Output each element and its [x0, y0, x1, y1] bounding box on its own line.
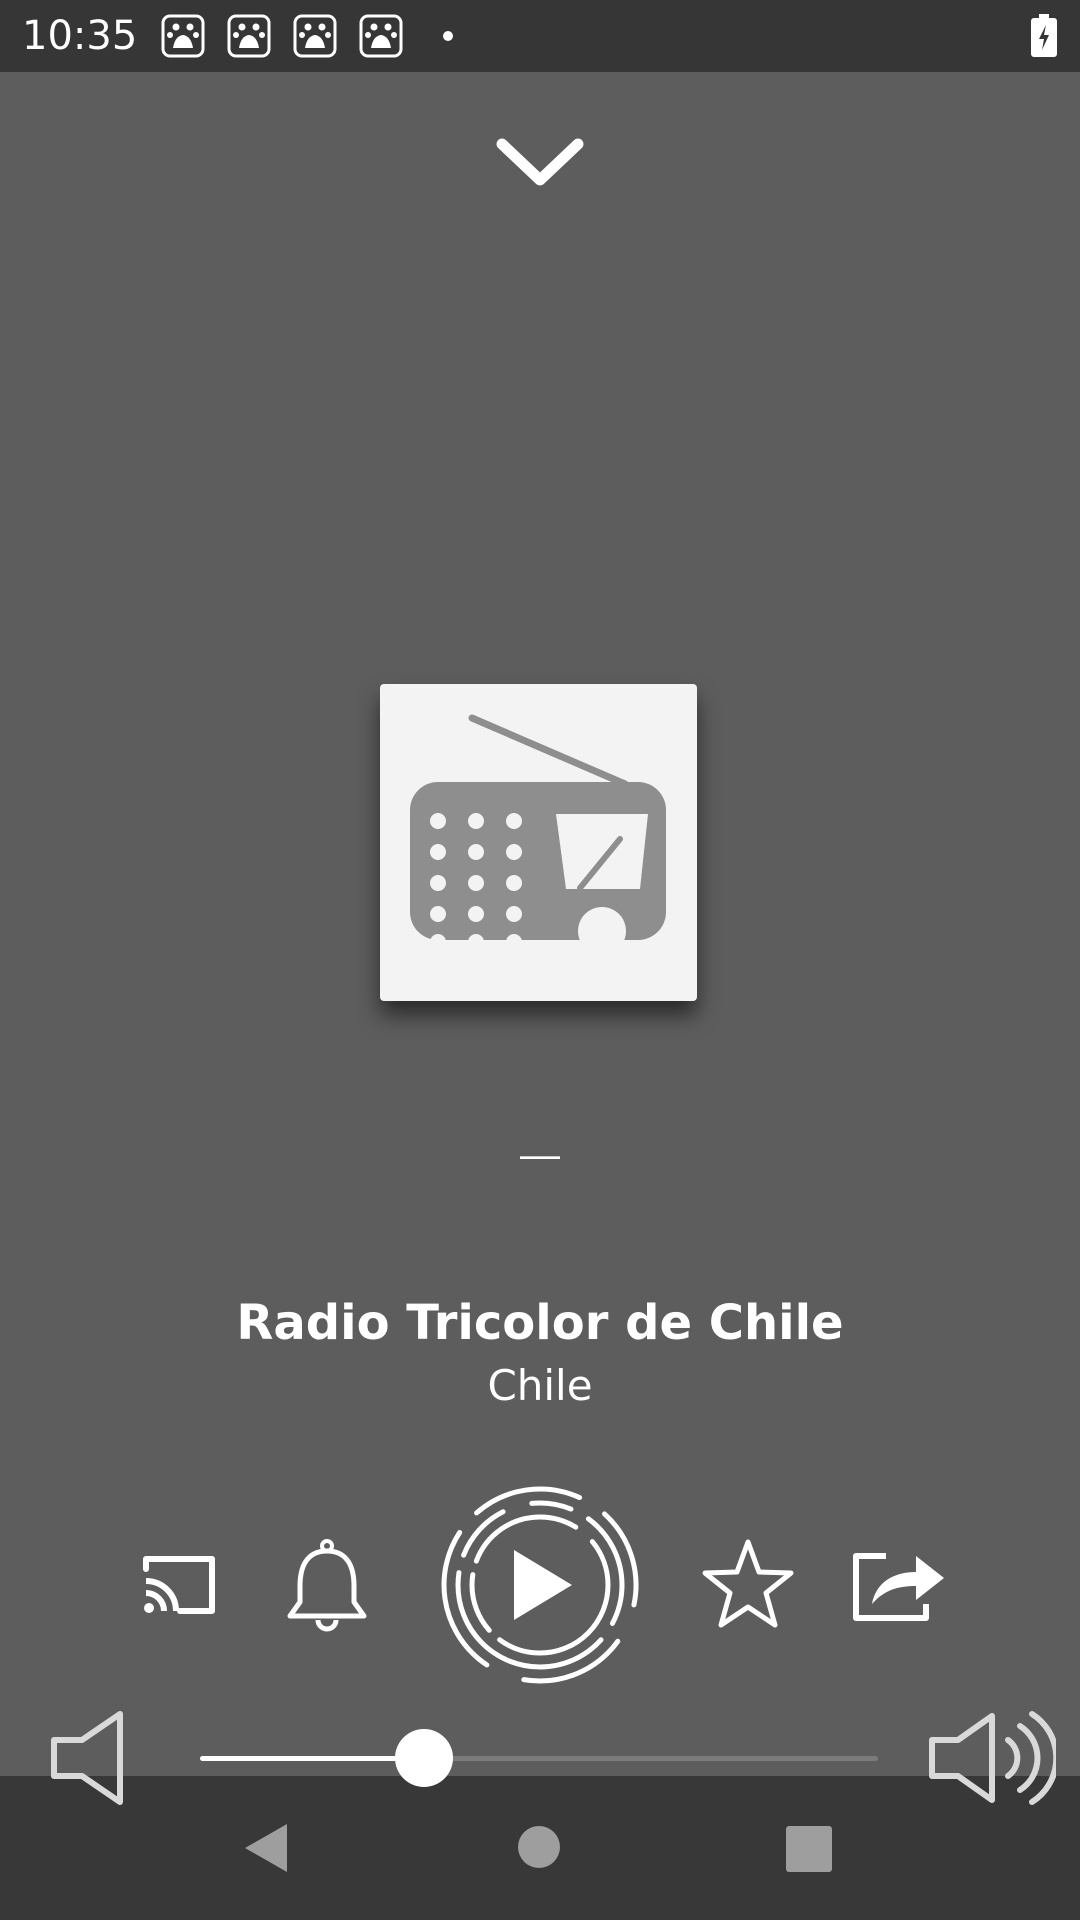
- play-icon: [514, 1550, 572, 1620]
- volume-low-icon[interactable]: [48, 1710, 128, 1806]
- bell-icon[interactable]: [282, 1536, 372, 1634]
- status-time: 10:35: [22, 13, 138, 59]
- station-country: Chile: [487, 1361, 593, 1410]
- baidu-icon: [227, 14, 271, 58]
- star-icon[interactable]: [700, 1536, 796, 1632]
- battery-charging-icon: [1031, 14, 1057, 57]
- station-name: Radio Tricolor de Chile: [236, 1295, 844, 1351]
- station-artwork: [380, 684, 697, 1001]
- track-title: —: [520, 1133, 560, 1177]
- recents-icon[interactable]: [786, 1826, 832, 1872]
- volume-slider-thumb[interactable]: [394, 1729, 453, 1787]
- cast-icon[interactable]: [140, 1553, 220, 1617]
- volume-high-icon[interactable]: [926, 1708, 1056, 1808]
- radio-icon: [410, 714, 666, 955]
- share-icon[interactable]: [850, 1548, 948, 1624]
- status-bar: 10:35: [0, 0, 1080, 72]
- baidu-icon: [161, 14, 205, 58]
- back-icon[interactable]: [243, 1822, 289, 1874]
- home-icon[interactable]: [518, 1826, 560, 1868]
- volume-slider-fill: [200, 1756, 424, 1761]
- volume-slider[interactable]: [200, 1756, 878, 1761]
- chevron-down-icon[interactable]: [490, 130, 590, 200]
- more-notifications-dot: [443, 31, 453, 41]
- baidu-icon: [359, 14, 403, 58]
- baidu-icon: [293, 14, 337, 58]
- play-button[interactable]: [430, 1482, 650, 1688]
